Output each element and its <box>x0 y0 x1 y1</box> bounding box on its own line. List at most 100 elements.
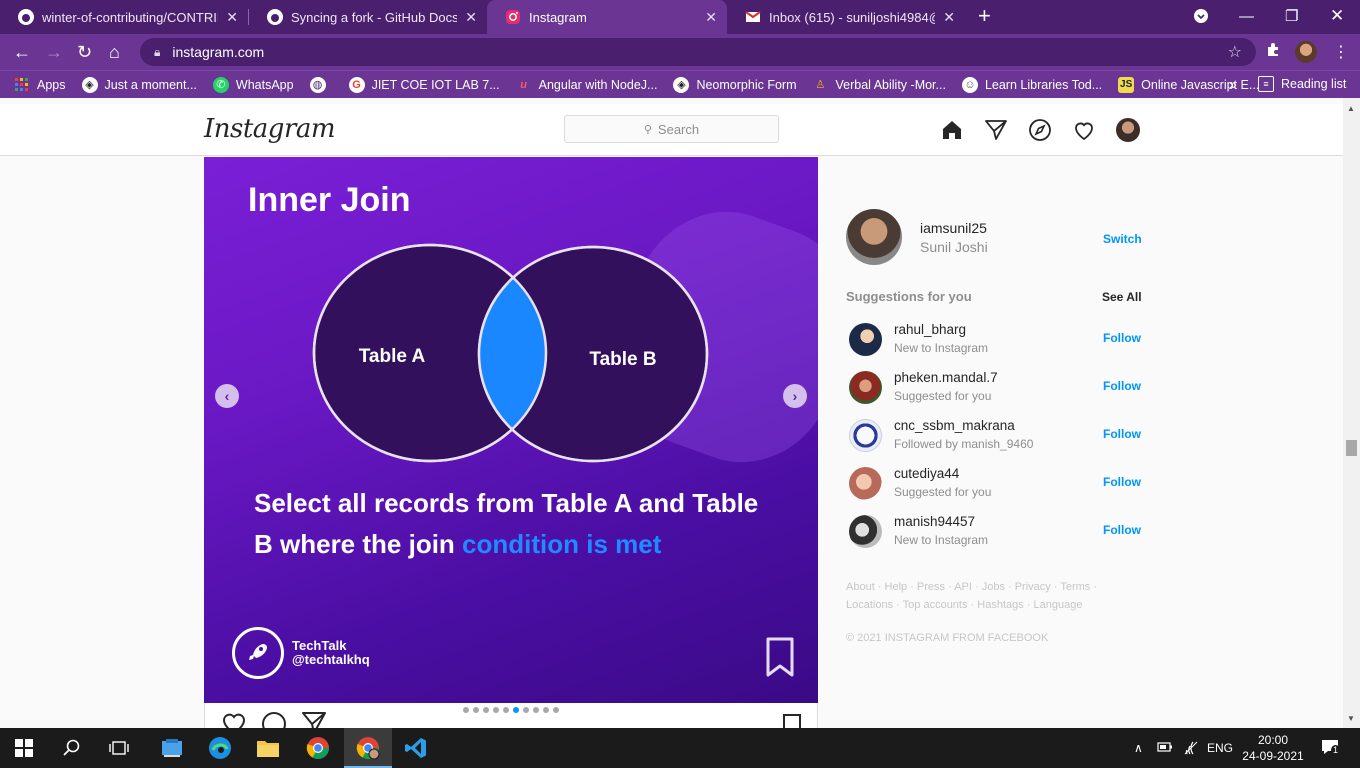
bookmark-apps[interactable]: Apps <box>14 77 66 93</box>
file-manager-icon[interactable] <box>160 736 184 760</box>
suggestion-reason: Followed by manish_9460 <box>894 437 1034 451</box>
carousel-dot <box>553 707 559 713</box>
profile-avatar[interactable] <box>1295 41 1317 63</box>
tab-instagram[interactable]: Instagram ✕ <box>487 0 727 34</box>
direct-message-icon[interactable] <box>984 118 1008 142</box>
chrome-icon[interactable] <box>306 736 330 760</box>
follow-button[interactable]: Follow <box>1103 427 1141 441</box>
bookmarks-more-icon[interactable]: » <box>1229 76 1237 92</box>
bookmark-learn-libraries[interactable]: ☺ Learn Libraries Tod... <box>961 76 1102 93</box>
suggestion-username[interactable]: cutediya44 <box>894 466 959 481</box>
bookmark-globe[interactable]: ◍ <box>309 76 333 93</box>
suggestion-reason: Suggested for you <box>894 389 992 403</box>
save-bookmark-icon[interactable] <box>782 713 802 728</box>
bookmark-angular[interactable]: u Angular with NodeJ... <box>516 77 657 93</box>
new-tab-button[interactable]: + <box>978 5 991 27</box>
edge-icon[interactable] <box>208 736 232 760</box>
comment-icon[interactable] <box>261 711 287 728</box>
github-icon <box>18 9 34 25</box>
venn-label-b: Table B <box>589 349 656 370</box>
bookmark-whatsapp[interactable]: ✆ WhatsApp <box>212 76 294 93</box>
folder-icon[interactable] <box>256 736 280 760</box>
tray-expand-icon[interactable]: ∧ <box>1134 741 1143 755</box>
tab-github-docs[interactable]: Syncing a fork - GitHub Docs ✕ <box>249 0 487 34</box>
follow-button[interactable]: Follow <box>1103 475 1141 489</box>
system-clock[interactable]: 20:00 24-09-2021 <box>1240 732 1306 764</box>
close-window-icon[interactable]: ✕ <box>1330 0 1344 32</box>
follow-button[interactable]: Follow <box>1103 379 1141 393</box>
suggestion-reason: New to Instagram <box>894 341 989 355</box>
bookmark-verbal[interactable]: ♙ Verbal Ability -Mor... <box>812 77 946 93</box>
vscode-icon[interactable] <box>404 736 428 760</box>
reading-list-button[interactable]: ≡ Reading list <box>1258 76 1346 92</box>
home-icon[interactable]: ⌂ <box>109 41 120 63</box>
codepen-icon: ◈ <box>81 76 98 93</box>
suggestion-username[interactable]: pheken.mandal.7 <box>894 370 998 385</box>
task-view-icon[interactable] <box>107 736 131 760</box>
address-bar[interactable]: 🔒︎ instagram.com ☆ <box>140 38 1256 66</box>
extensions-icon[interactable] <box>1265 42 1281 63</box>
suggestion-username[interactable]: rahul_bharg <box>894 322 966 337</box>
address-text: instagram.com <box>172 44 265 60</box>
close-icon[interactable]: ✕ <box>465 9 477 26</box>
bookmark-neomorphic[interactable]: ◈ Neomorphic Form <box>673 76 796 93</box>
bookmark-star-icon[interactable]: ☆ <box>1228 42 1242 62</box>
close-icon[interactable]: ✕ <box>943 9 955 26</box>
language-indicator[interactable]: ENG <box>1207 741 1233 755</box>
suggestion-username[interactable]: manish94457 <box>894 514 975 529</box>
battery-icon[interactable] <box>1157 741 1173 756</box>
minimize-icon[interactable]: — <box>1239 0 1254 32</box>
wifi-icon[interactable] <box>1183 741 1199 758</box>
profile-avatar[interactable] <box>1116 118 1140 142</box>
bookmark-jiet[interactable]: G JIET COE IOT LAB 7... <box>348 76 500 93</box>
taskbar-active-app[interactable] <box>344 728 392 768</box>
see-all-button[interactable]: See All <box>1102 290 1142 304</box>
close-icon[interactable]: ✕ <box>226 9 238 26</box>
instagram-logo[interactable]: Instagram <box>204 114 336 144</box>
carousel-dots <box>463 707 563 713</box>
tab-title: Inbox (615) - suniljoshi4984@gm <box>769 9 935 25</box>
suggestion-avatar[interactable] <box>849 419 882 452</box>
my-avatar[interactable] <box>846 209 902 265</box>
notification-icon[interactable]: 1 <box>1320 738 1341 759</box>
like-heart-icon[interactable] <box>221 711 247 728</box>
search-icon[interactable] <box>60 736 84 760</box>
activity-heart-icon[interactable] <box>1072 118 1096 142</box>
page-scrollbar[interactable]: ▲ ▼ <box>1343 98 1360 728</box>
suggestion-avatar[interactable] <box>849 371 882 404</box>
follow-button[interactable]: Follow <box>1103 331 1141 345</box>
footer-links[interactable]: About · Help · Press · API · Jobs · Priv… <box>846 578 1146 614</box>
suggestion-avatar[interactable] <box>849 515 882 548</box>
close-icon[interactable]: ✕ <box>705 9 717 26</box>
instagram-header: Instagram ⚲ Search <box>0 104 1343 156</box>
bookmark-online-js[interactable]: JS Online Javascript E... <box>1118 76 1259 93</box>
restore-icon[interactable]: ❐ <box>1285 0 1298 32</box>
forward-icon[interactable]: → <box>45 41 63 63</box>
follow-button[interactable]: Follow <box>1103 523 1141 537</box>
gmail-icon <box>745 9 761 25</box>
tab-github-contributing[interactable]: winter-of-contributing/CONTRIBI ✕ <box>0 0 248 34</box>
my-username[interactable]: iamsunil25 <box>920 220 987 236</box>
menu-kebab-icon[interactable]: ⋮ <box>1333 42 1349 62</box>
tab-search-icon[interactable] <box>1193 0 1209 32</box>
explore-compass-icon[interactable] <box>1028 118 1052 142</box>
scrollbar-thumb[interactable] <box>1346 440 1357 456</box>
search-input[interactable]: ⚲ Search <box>564 115 779 143</box>
suggestion-avatar[interactable] <box>849 323 882 356</box>
reload-icon[interactable]: ↻ <box>77 41 92 63</box>
windows-start-icon[interactable] <box>12 736 36 760</box>
scroll-up-icon[interactable]: ▲ <box>1347 104 1355 113</box>
switch-account-button[interactable]: Switch <box>1103 232 1142 246</box>
post-image[interactable]: Inner Join Table A Table B Select all re… <box>204 157 818 703</box>
bookmark-just-a-moment[interactable]: ◈ Just a moment... <box>81 76 197 93</box>
suggestion-avatar[interactable] <box>849 467 882 500</box>
suggestion-username[interactable]: cnc_ssbm_makrana <box>894 418 1015 433</box>
carousel-next-button[interactable]: › <box>783 384 807 408</box>
home-icon[interactable] <box>940 118 964 142</box>
share-icon[interactable] <box>301 711 327 728</box>
carousel-prev-button[interactable]: ‹ <box>215 384 239 408</box>
back-icon[interactable]: ← <box>13 41 31 63</box>
scroll-down-icon[interactable]: ▼ <box>1347 714 1355 723</box>
udemy-icon: u <box>520 78 527 91</box>
tab-gmail[interactable]: Inbox (615) - suniljoshi4984@gm ✕ <box>727 0 965 34</box>
